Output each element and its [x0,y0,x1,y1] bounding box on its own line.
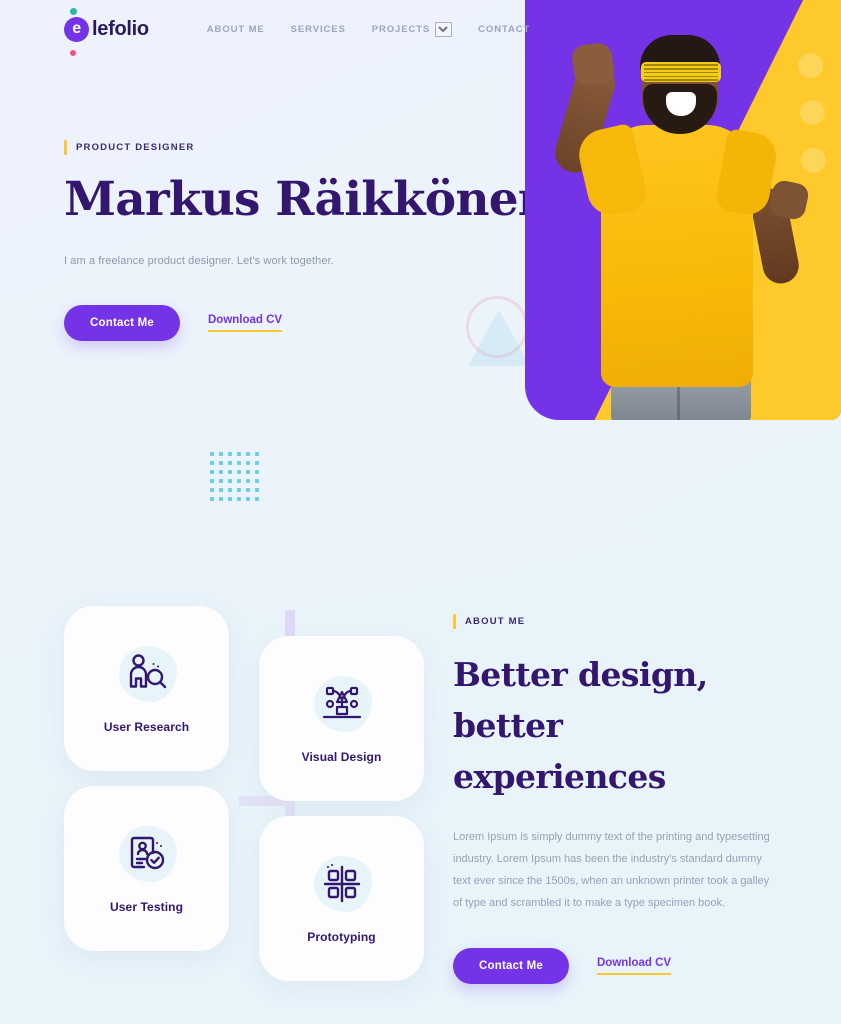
dot-grid-decoration [210,452,264,506]
site-logo[interactable]: e lefolio [64,7,149,56]
person-search-icon [115,644,179,704]
nav-label-services: SERVICES [290,23,346,35]
service-card-label: Visual Design [301,749,382,764]
figure-shutter-shades-icon [641,62,721,82]
nav-label-about-me: ABOUT ME [206,23,265,35]
service-card-user-testing[interactable]: User Testing [64,786,229,951]
logo-text: lefolio [92,17,149,40]
nav-item-about-me[interactable]: ABOUT ME [207,24,265,35]
about-eyebrow-label: ABOUT ME [465,616,526,627]
eyebrow-bar-icon [453,614,456,629]
service-card-prototyping[interactable]: Prototyping [259,816,424,981]
about-cta-row: Contact Me Download CV [453,948,783,985]
hero-copy: PRODUCT DESIGNER Markus Räikkönen I am a… [64,140,552,341]
hero-title: Markus Räikkönen [64,172,552,227]
hero-download-cv-link[interactable]: Download CV [207,314,283,332]
about-section: User Research Visual Design User Testing… [0,530,841,1024]
pen-tool-icon [310,674,374,734]
hero-eyebrow: PRODUCT DESIGNER [64,140,484,155]
about-download-cv-link[interactable]: Download CV [596,957,672,976]
service-card-visual-design[interactable]: Visual Design [259,636,424,801]
about-title-line-2: better experiences [453,706,666,797]
about-eyebrow: ABOUT ME [453,614,783,629]
nav-label-projects: PROJECTS [371,23,431,35]
service-card-label: Prototyping [307,929,376,944]
document-check-icon [115,824,179,884]
service-card-label: User Research [103,719,190,734]
about-copy: ABOUT ME Better design, better experienc… [453,614,783,985]
projects-dropdown-select[interactable] [435,21,453,37]
site-header: e lefolio ABOUT ME SERVICES PROJECTS CON… [0,0,841,56]
logo-dot-pink-icon [70,49,76,56]
about-title: Better design, better experiences [453,649,783,802]
logo-mark-icon: e [64,16,89,42]
hero-contact-me-button[interactable]: Contact Me [64,304,180,341]
nav-item-contact[interactable]: CONTACT [478,24,530,35]
hero-cta-row: Contact Me Download CV [64,304,484,341]
nav-item-services[interactable]: SERVICES [291,24,346,35]
service-cards-group: User Research Visual Design User Testing… [64,606,424,981]
hero-eyebrow-label: PRODUCT DESIGNER [76,142,195,153]
grid-four-squares-icon [310,854,374,914]
eyebrow-bar-icon [64,140,67,155]
about-contact-me-button[interactable]: Contact Me [453,948,569,985]
nav-label-contact: CONTACT [478,23,531,35]
logo-dot-teal-icon [70,7,77,15]
hero-subtitle: I am a freelance product designer. Let's… [64,254,334,267]
nav-item-projects[interactable]: PROJECTS [371,21,453,37]
hero-image [525,0,841,420]
hero-person-figure [525,0,841,420]
about-paragraph: Lorem Ipsum is simply dummy text of the … [453,831,770,910]
hero-section: e lefolio ABOUT ME SERVICES PROJECTS CON… [0,0,841,530]
service-card-user-research[interactable]: User Research [64,606,229,771]
about-title-line-1: Better design, [453,655,708,694]
figure-left-fist [570,41,616,87]
service-card-label: User Testing [110,899,183,914]
main-navigation: ABOUT ME SERVICES PROJECTS CONTACT [207,21,530,37]
portfolio-page: e lefolio ABOUT ME SERVICES PROJECTS CON… [0,0,841,1024]
